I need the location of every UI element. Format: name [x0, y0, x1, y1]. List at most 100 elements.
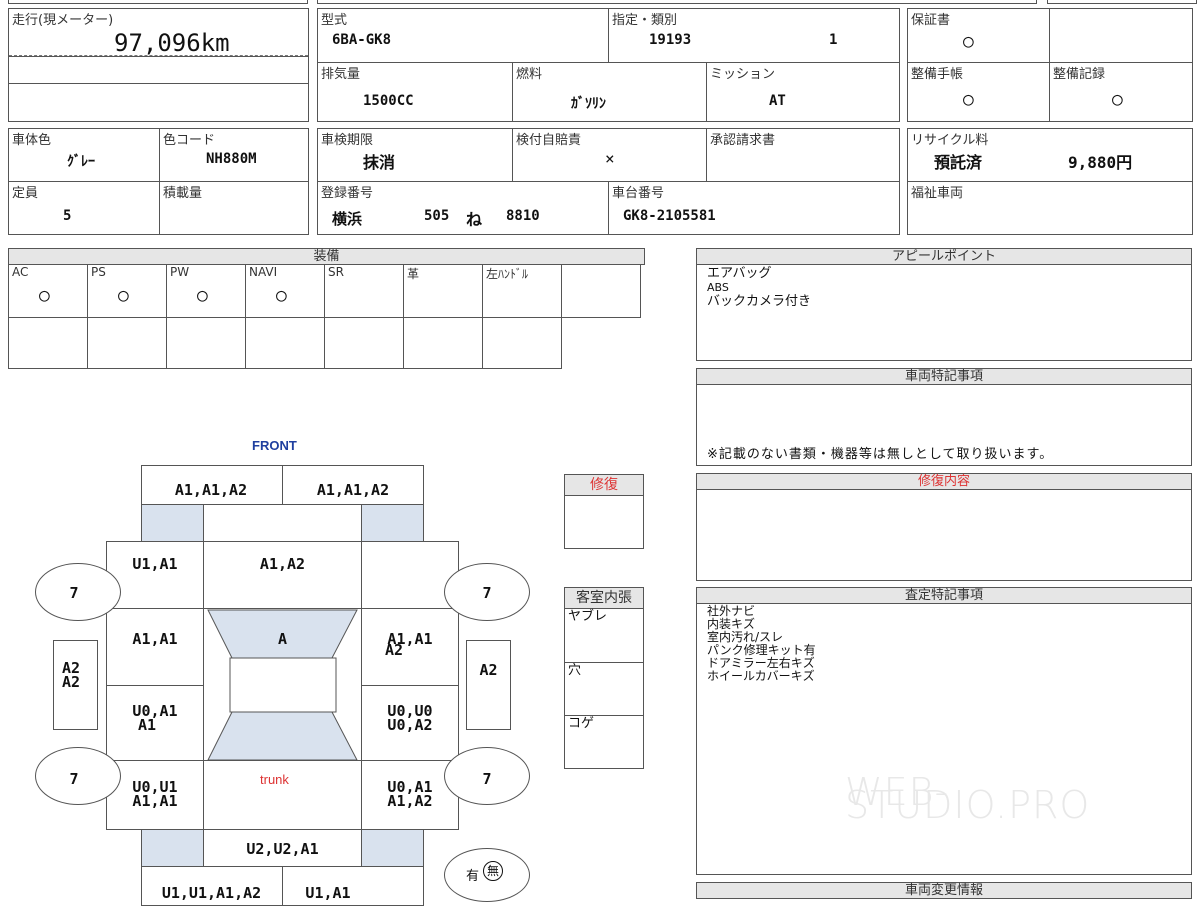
top-edge-cell: [1047, 0, 1197, 4]
interior-item: ヤブレ: [564, 608, 644, 663]
front-bumper-right: A1,A1,A2: [316, 481, 390, 499]
maintenance-book-cell: 整備手帳 ○: [907, 62, 1050, 122]
mileage-blank-2: [8, 83, 309, 122]
equipment-value: ○: [118, 285, 129, 306]
registration-cell: 登録番号 横浜 505 ね 8810: [317, 181, 609, 235]
changes-header: 車両変更情報: [696, 882, 1192, 899]
top-edge-cell: [317, 0, 1037, 4]
appeal-body: エアバッグ ABS バックカメラ付き: [696, 264, 1192, 361]
interior-item: コゲ: [564, 715, 644, 769]
equipment-cell: AC ○: [8, 264, 88, 318]
corner-fr: [361, 504, 424, 542]
equipment-label: NAVI: [249, 265, 278, 279]
equipment-blank-cell: [166, 317, 246, 369]
equipment-cell: SR: [324, 264, 404, 318]
appeal-header: アピールポイント: [696, 248, 1192, 265]
equipment-cell: PS ○: [87, 264, 167, 318]
approval-cell: 承認請求書: [706, 128, 900, 182]
displacement-value: 1500CC: [363, 93, 414, 109]
warranty-blank: [1049, 8, 1193, 63]
capacity-cell: 定員 5: [8, 181, 160, 235]
equipment-label: 革: [407, 267, 420, 281]
corner-rr: [361, 829, 424, 867]
spare-none: 無: [483, 861, 503, 881]
assessment-line: 社外ナビ: [707, 604, 756, 618]
equipment-cell: 左ﾊﾝﾄﾞﾙ: [482, 264, 562, 318]
fender-left: [106, 541, 204, 609]
equipment-value: ○: [276, 285, 287, 306]
repair-details-header: 修復内容: [696, 473, 1192, 490]
roof-value: A: [277, 630, 288, 648]
mileage-label: 走行(現メーター): [12, 13, 114, 28]
equipment-header: 装備: [8, 248, 645, 265]
mileage-blank-1: [8, 56, 309, 84]
equipment-label: AC: [12, 265, 29, 279]
appeal-line: エアバッグ: [707, 266, 772, 281]
front-label: FRONT: [252, 438, 297, 453]
displacement-cell: 排気量 1500CC: [317, 62, 513, 122]
assessment-header: 査定特記事項: [696, 587, 1192, 604]
equipment-blank-cell: [245, 317, 325, 369]
mission-value: AT: [769, 93, 786, 109]
equipment-label: PS: [91, 265, 106, 279]
inspection-cell: 車検期限 抹消: [317, 128, 513, 182]
corner-rl: [141, 829, 204, 867]
mileage-cell: 走行(現メーター) 97,096km: [8, 8, 309, 57]
appeal-line: バックカメラ付き: [707, 294, 812, 309]
fuel-cell: 燃料 ｶﾞｿﾘﾝ: [512, 62, 707, 122]
welfare-cell: 福祉車両: [907, 181, 1193, 235]
equipment-cell: PW ○: [166, 264, 246, 318]
recycle-cell: リサイクル料 預託済 9,880円: [907, 128, 1193, 182]
repair-label: 修復: [564, 474, 644, 496]
interior-header: 客室内張: [564, 587, 644, 609]
top-edge-cell: [8, 0, 308, 4]
hood-upper: [203, 504, 362, 542]
mileage-value: 97,096km: [114, 29, 230, 57]
appeal-line: ABS: [707, 281, 729, 294]
equipment-label: 左ﾊﾝﾄﾞﾙ: [486, 267, 529, 281]
watermark: WEB-STUDIO.PRO: [845, 770, 1091, 827]
designation-value-2: 1: [829, 32, 838, 48]
repair-details-body: [696, 489, 1192, 581]
equipment-blank-cell: [324, 317, 404, 369]
trunk-label: trunk: [260, 772, 289, 787]
chassis-cell: 車台番号 GK8-2105581: [608, 181, 900, 235]
equipment-cell: NAVI ○: [245, 264, 325, 318]
car-diagram: FRONT A1,A1,A2 A1,A1,A2 U1,A1 A1,A2 A1,A…: [0, 430, 560, 906]
load-cell: 積載量: [159, 181, 309, 235]
color-code-cell: 色コード NH880M: [159, 128, 309, 182]
special-notes-note: ※記載のない書類・機器等は無しとして取り扱います。: [707, 447, 1054, 462]
warranty-value: ○: [963, 31, 974, 52]
trunk-area: [203, 760, 362, 830]
designation-value-1: 19193: [649, 32, 692, 48]
equipment-cell: [561, 264, 641, 318]
interior-item: 穴: [564, 662, 644, 716]
equipment-value: ○: [39, 285, 50, 306]
fuel-value: ｶﾞｿﾘﾝ: [571, 96, 606, 112]
equipment-blank-cell: [403, 317, 483, 369]
spare-yes: 有: [466, 869, 480, 884]
equipment-blank-cell: [8, 317, 88, 369]
equipment-row-blank: [8, 317, 645, 369]
mission-cell: ミッション AT: [706, 62, 900, 122]
equipment-label: SR: [328, 265, 344, 279]
corner-fl: [141, 504, 204, 542]
body-color-cell: 車体色 ｸﾞﾚｰ: [8, 128, 160, 182]
designation-cell: 指定・類別 19193 1: [608, 8, 900, 63]
equipment-cell: 革: [403, 264, 483, 318]
insurance-cell: 検付自賠責 ×: [512, 128, 707, 182]
warranty-cell: 保証書 ○: [907, 8, 1050, 63]
assessment-body: 社外ナビ 内装キズ 室内汚れ/スレ パンク修理キット有 ドアミラー左右キズ ホイ…: [696, 603, 1192, 875]
repair-box: [564, 495, 644, 549]
maintenance-record-cell: 整備記録 ○: [1049, 62, 1193, 122]
equipment-blank-cell: [87, 317, 167, 369]
hood: [203, 541, 362, 609]
model-value: 6BA-GK8: [332, 32, 392, 48]
equipment-value: ○: [197, 285, 208, 306]
assessment-line: ホイールカバーキズ: [707, 669, 815, 683]
equipment-row: AC ○ PS ○ PW ○ NAVI ○ SR 革 左ﾊﾝﾄﾞﾙ: [8, 264, 645, 318]
equipment-label: PW: [170, 265, 190, 279]
equipment-blank-cell: [482, 317, 562, 369]
special-notes-body: ※記載のない書類・機器等は無しとして取り扱います。: [696, 384, 1192, 466]
special-notes-header: 車両特記事項: [696, 368, 1192, 385]
